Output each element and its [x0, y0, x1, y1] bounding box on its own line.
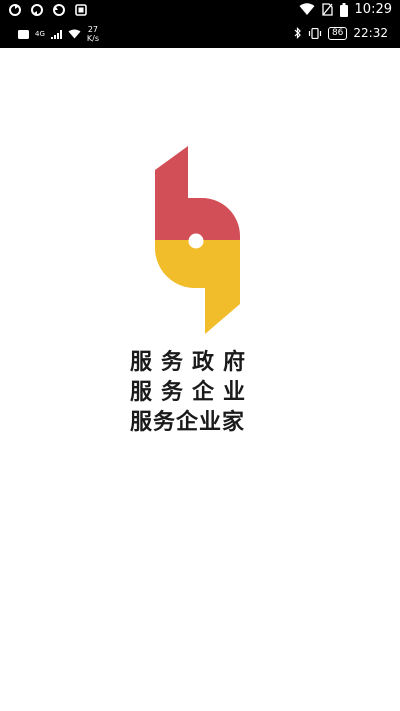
logo-center-dot	[188, 233, 204, 249]
slogan-block: 服务政府 服务企业 服务企业家	[130, 348, 280, 438]
bluetooth-icon	[294, 27, 301, 39]
logo-red-segment	[155, 146, 240, 240]
network-type-label: 4G	[35, 30, 45, 38]
sync-notification-icon-3	[53, 4, 65, 16]
system-status-icons: 10:29	[299, 2, 392, 17]
secondary-clock: 22:32	[353, 26, 388, 40]
slogan-line-2: 服务企业	[130, 380, 255, 405]
sync-notification-icon	[9, 4, 21, 16]
slogan-line-3: 服务企业家	[130, 410, 246, 435]
no-sim-icon	[321, 3, 333, 16]
network-speed: 27 K/s	[87, 25, 99, 43]
secondary-status-icons: 86 22:32	[294, 26, 388, 40]
notification-icons	[8, 3, 88, 17]
app-logo	[155, 146, 240, 334]
app-screen: 10:29 4G 27 K/s 86 22:32 服务政府 服务企业 服务企业家	[0, 0, 400, 711]
app-notification-icon	[75, 4, 87, 16]
network-speed-unit: K/s	[86, 34, 99, 43]
logo-yellow-segment	[155, 240, 240, 334]
wifi-icon	[299, 3, 315, 15]
slogan-line-1: 服务政府	[130, 350, 255, 375]
battery-icon	[339, 2, 348, 17]
status-bar: 10:29 4G 27 K/s 86 22:32	[0, 0, 400, 48]
status-bar-top-row: 10:29	[0, 0, 400, 22]
cell-signal-icon	[50, 29, 62, 39]
status-bar-bottom-row: 4G 27 K/s 86 22:32	[0, 22, 400, 46]
battery-percent-badge: 86	[327, 26, 348, 40]
wifi-small-icon	[68, 29, 81, 39]
sync-notification-icon-2	[31, 4, 43, 16]
network-speed-value: 27	[87, 25, 99, 34]
hd-icon	[18, 29, 29, 39]
clock: 10:29	[354, 2, 392, 17]
network-indicators: 4G 27 K/s	[18, 25, 99, 43]
vibrate-icon	[308, 27, 322, 39]
